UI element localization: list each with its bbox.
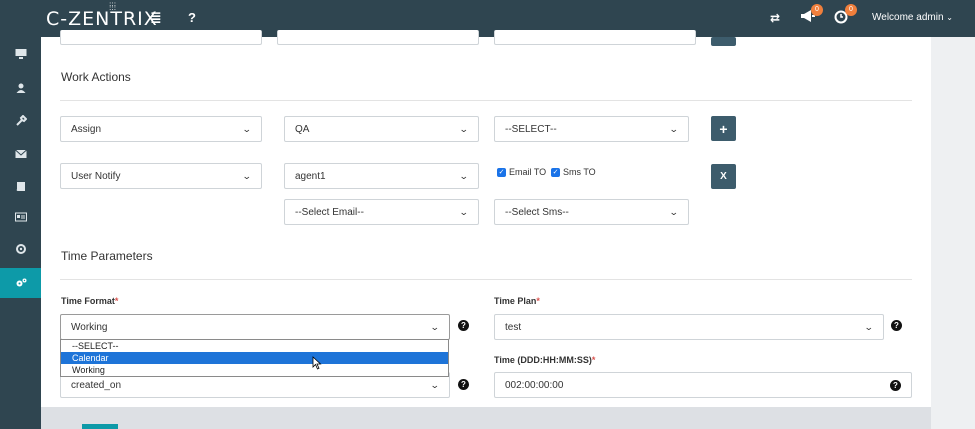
- target-select-2-value: agent1: [295, 170, 326, 182]
- sidebar-item-monitor[interactable]: [0, 39, 41, 69]
- mouse-cursor-icon: [312, 356, 322, 373]
- sidebar-item-recycle[interactable]: [0, 234, 41, 264]
- time-format-value: Working: [71, 321, 108, 333]
- id-card-icon: [14, 212, 27, 222]
- time-format-select[interactable]: Working ⌄: [60, 314, 450, 340]
- chevron-down-icon: ⌄: [430, 321, 441, 332]
- help-icon[interactable]: ?: [188, 10, 196, 25]
- cogs-icon: [16, 278, 26, 287]
- time-duration-label: Time (DDD:HH:MM:SS)*: [494, 355, 596, 365]
- time-duration-help-icon[interactable]: ?: [890, 379, 901, 391]
- welcome-text: Welcome admin: [872, 12, 944, 23]
- plus-icon: +: [719, 120, 728, 137]
- chevron-down-icon: ⌄: [459, 206, 470, 217]
- email-to-label: Email TO: [509, 167, 547, 177]
- envelope-icon: [14, 149, 27, 158]
- field-select-value: created_on: [71, 379, 122, 391]
- field-help-icon[interactable]: ?: [458, 379, 469, 390]
- logo-dots: ::::::: [109, 0, 117, 12]
- time-duration-value: 002:00:00:00: [505, 379, 564, 391]
- time-plan-help-icon[interactable]: ?: [891, 320, 902, 331]
- chevron-down-icon: ⌄: [669, 206, 680, 217]
- sidebar-item-book[interactable]: [0, 171, 41, 201]
- time-plan-select[interactable]: test ⌄: [494, 314, 884, 340]
- clock-badge: 0: [845, 4, 857, 16]
- welcome-user-menu[interactable]: Welcome admin ⌄: [872, 12, 953, 23]
- time-format-dropdown-list: --SELECT-- Calendar Working: [60, 339, 449, 377]
- target-select-1[interactable]: QA ⌄: [284, 116, 479, 142]
- right-panel: [931, 37, 975, 429]
- select-sms[interactable]: --Select Sms-- ⌄: [494, 199, 689, 225]
- sidebar-item-settings[interactable]: [0, 268, 41, 298]
- dropdown-option[interactable]: Working: [61, 364, 448, 376]
- check-icon: ✓: [497, 167, 506, 177]
- time-parameters-title: Time Parameters: [61, 249, 153, 263]
- sidebar-item-idcard[interactable]: [0, 202, 41, 232]
- third-select-1-value: --SELECT--: [505, 123, 557, 135]
- time-format-label: Time Format*: [61, 296, 119, 306]
- work-actions-title: Work Actions: [61, 70, 131, 84]
- sms-to-checkbox[interactable]: ✓ Sms TO: [551, 167, 596, 177]
- select-email[interactable]: --Select Email-- ⌄: [284, 199, 479, 225]
- time-format-help-icon[interactable]: ?: [458, 320, 469, 331]
- chevron-down-icon: ⌄: [459, 170, 470, 181]
- chevron-down-icon: ⌄: [242, 170, 253, 181]
- clipped-button[interactable]: [711, 37, 736, 46]
- sidebar-item-user[interactable]: [0, 73, 41, 103]
- email-to-checkbox[interactable]: ✓ Email TO: [497, 167, 546, 177]
- swap-icon[interactable]: ⇄: [770, 11, 780, 25]
- time-duration-input[interactable]: 002:00:00:00 ?: [494, 372, 912, 398]
- action-select-2[interactable]: User Notify ⌄: [60, 163, 262, 189]
- sidebar: [0, 37, 41, 429]
- dropdown-option[interactable]: Calendar: [61, 352, 448, 364]
- remove-action-button[interactable]: X: [711, 164, 736, 189]
- clipped-select-1[interactable]: [60, 30, 262, 45]
- bottom-bar: [41, 407, 931, 429]
- chevron-down-icon: ⌄: [669, 123, 680, 134]
- dropdown-option[interactable]: --SELECT--: [61, 340, 448, 352]
- close-icon: X: [720, 171, 727, 182]
- action-select-1[interactable]: Assign ⌄: [60, 116, 262, 142]
- clipped-select-2[interactable]: [277, 30, 479, 45]
- divider: [60, 279, 912, 280]
- select-email-value: --Select Email--: [295, 206, 364, 218]
- action-select-1-value: Assign: [71, 123, 102, 135]
- select-sms-value: --Select Sms--: [505, 206, 569, 218]
- clipped-select-3[interactable]: [494, 30, 696, 45]
- user-icon: [16, 83, 25, 93]
- monitor-icon: [15, 49, 26, 59]
- action-select-2-value: User Notify: [71, 170, 121, 182]
- chevron-down-icon: ⌄: [430, 379, 441, 390]
- chevron-down-icon: ⌄: [946, 13, 953, 22]
- wrench-icon: [15, 115, 27, 126]
- check-icon: ✓: [551, 167, 560, 177]
- sidebar-item-mail[interactable]: [0, 139, 41, 169]
- target-select-2[interactable]: agent1 ⌄: [284, 163, 479, 189]
- logo[interactable]: C-ZENTRIX ::::::: [46, 1, 158, 31]
- book-icon: [16, 182, 25, 191]
- time-plan-value: test: [505, 321, 522, 333]
- third-select-1[interactable]: --SELECT-- ⌄: [494, 116, 689, 142]
- bottom-tab[interactable]: [82, 424, 118, 429]
- time-plan-label: Time Plan*: [494, 296, 540, 306]
- notification-badge: 0: [811, 4, 823, 16]
- target-select-1-value: QA: [295, 123, 310, 135]
- sms-to-label: Sms TO: [563, 167, 596, 177]
- chevron-down-icon: ⌄: [459, 123, 470, 134]
- chevron-down-icon: ⌄: [242, 123, 253, 134]
- chevron-down-icon: ⌄: [864, 321, 875, 332]
- recycle-icon: [15, 244, 26, 254]
- divider: [60, 100, 912, 101]
- add-action-button[interactable]: +: [711, 116, 736, 141]
- menu-icon[interactable]: ≣: [150, 9, 162, 26]
- sidebar-item-tools[interactable]: [0, 106, 41, 136]
